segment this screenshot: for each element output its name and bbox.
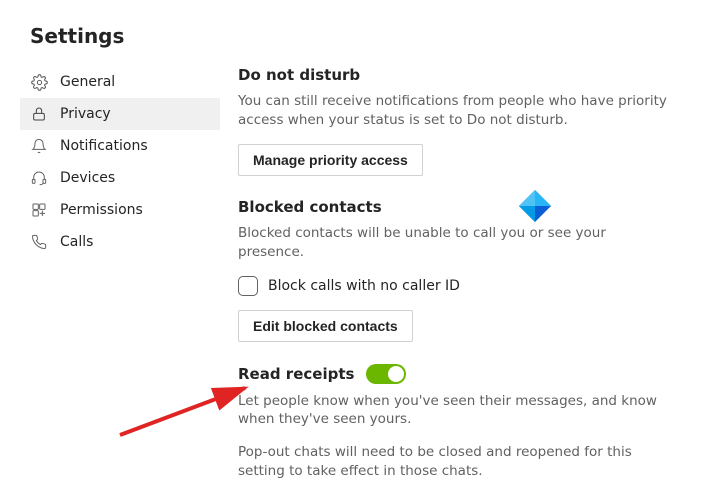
- sidebar-item-devices[interactable]: Devices: [20, 162, 220, 194]
- bell-icon: [30, 137, 48, 155]
- section-blocked-contacts: Blocked contacts Blocked contacts will b…: [238, 198, 671, 342]
- page-title: Settings: [0, 0, 701, 66]
- phone-icon: [30, 233, 48, 251]
- gear-icon: [30, 73, 48, 91]
- section-title-blocked: Blocked contacts: [238, 198, 671, 216]
- section-title-read-receipts: Read receipts: [238, 364, 671, 384]
- manage-priority-access-button[interactable]: Manage priority access: [238, 144, 423, 176]
- sidebar-item-calls[interactable]: Calls: [20, 226, 220, 258]
- lock-icon: [30, 105, 48, 123]
- block-no-caller-id-row[interactable]: Block calls with no caller ID: [238, 276, 671, 296]
- checkbox-label: Block calls with no caller ID: [268, 278, 460, 294]
- section-do-not-disturb: Do not disturb You can still receive not…: [238, 66, 671, 176]
- section-desc-dnd: You can still receive notifications from…: [238, 92, 671, 130]
- apps-icon: [30, 201, 48, 219]
- sidebar-item-label: Notifications: [60, 138, 148, 154]
- sidebar-item-notifications[interactable]: Notifications: [20, 130, 220, 162]
- section-desc-read-receipts-1: Let people know when you've seen their m…: [238, 392, 671, 430]
- sidebar-item-privacy[interactable]: Privacy: [20, 98, 220, 130]
- sidebar-item-label: Devices: [60, 170, 115, 186]
- sidebar: General Privacy Notifications Devices Pe: [0, 66, 220, 503]
- sidebar-item-general[interactable]: General: [20, 66, 220, 98]
- checkbox-icon[interactable]: [238, 276, 258, 296]
- sidebar-item-label: Calls: [60, 234, 93, 250]
- main-content: Do not disturb You can still receive not…: [220, 66, 701, 503]
- sidebar-item-label: Privacy: [60, 106, 111, 122]
- watermark-logo-icon: [518, 189, 552, 227]
- section-title-dnd: Do not disturb: [238, 66, 671, 84]
- headset-icon: [30, 169, 48, 187]
- section-read-receipts: Read receipts Let people know when you'v…: [238, 364, 671, 482]
- sidebar-item-label: General: [60, 74, 115, 90]
- section-desc-read-receipts-2: Pop-out chats will need to be closed and…: [238, 443, 671, 481]
- sidebar-item-label: Permissions: [60, 202, 143, 218]
- read-receipts-toggle[interactable]: [366, 364, 406, 384]
- section-title-text: Read receipts: [238, 365, 354, 383]
- sidebar-item-permissions[interactable]: Permissions: [20, 194, 220, 226]
- section-desc-blocked: Blocked contacts will be unable to call …: [238, 224, 671, 262]
- edit-blocked-contacts-button[interactable]: Edit blocked contacts: [238, 310, 413, 342]
